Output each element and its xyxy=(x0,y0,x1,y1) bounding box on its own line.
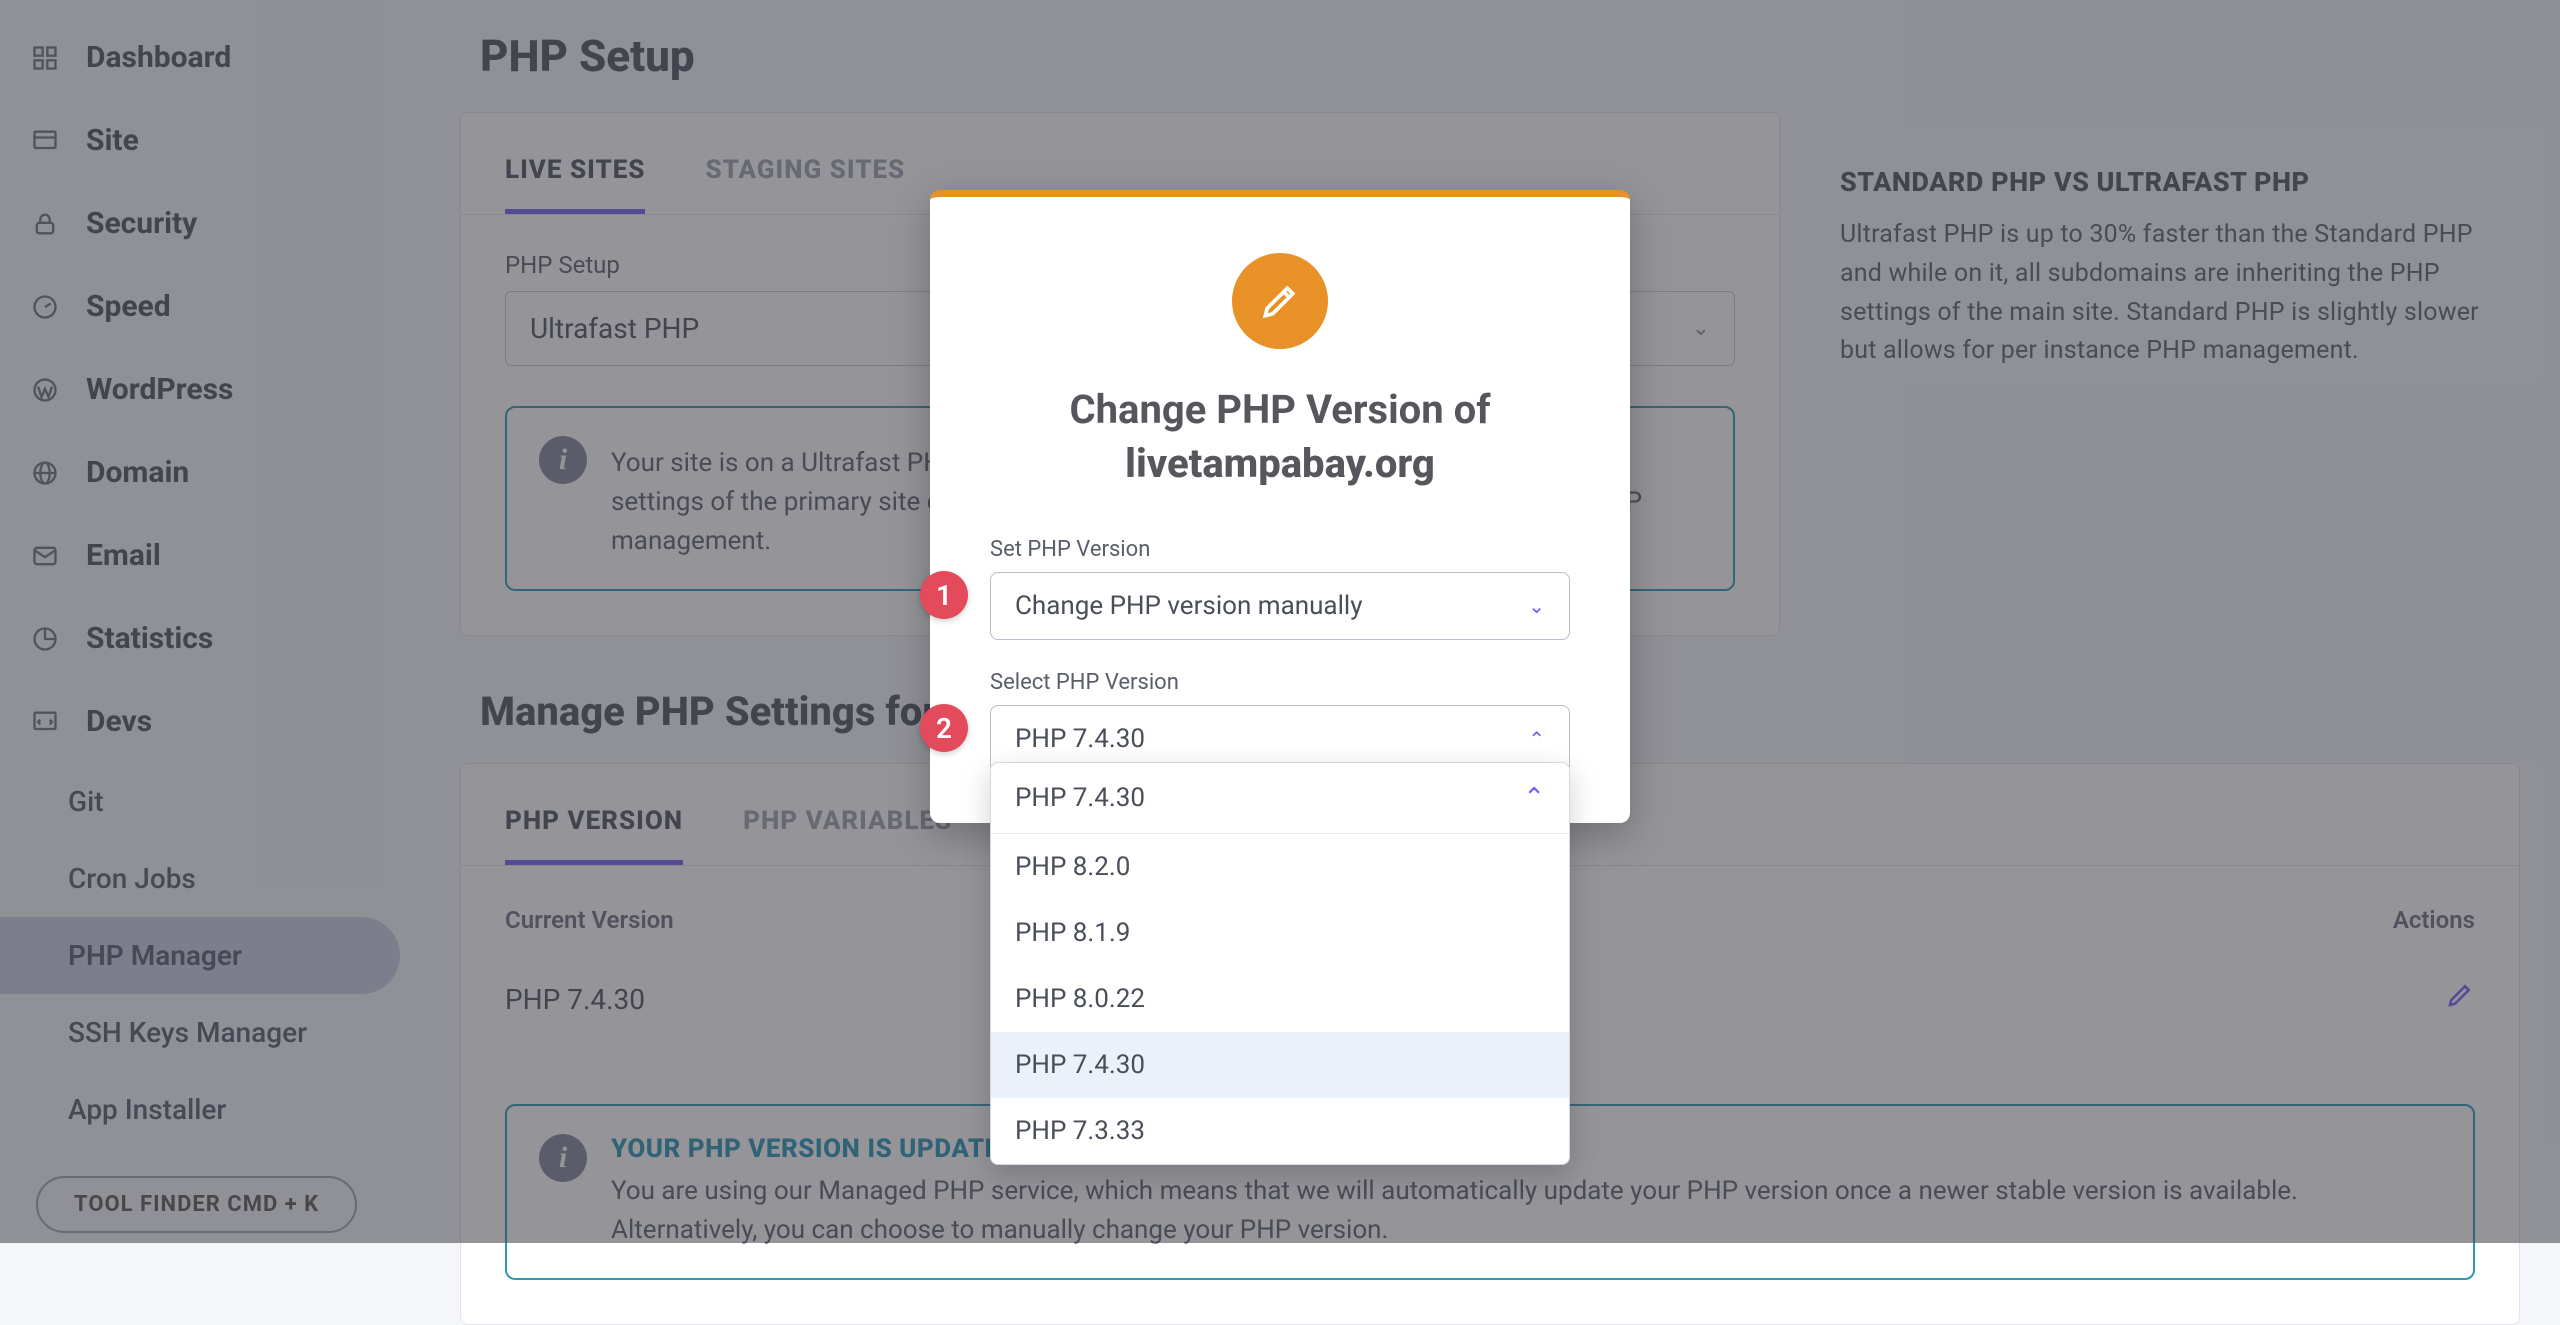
dropdown-current[interactable]: PHP 7.4.30 ⌃ xyxy=(991,763,1569,834)
php-option[interactable]: PHP 7.4.30 xyxy=(991,1032,1569,1098)
php-option[interactable]: PHP 8.1.9 xyxy=(991,900,1569,966)
set-php-select[interactable]: Change PHP version manually ⌄ xyxy=(990,572,1570,640)
select-php-value: PHP 7.4.30 xyxy=(1015,724,1145,754)
php-option[interactable]: PHP 8.0.22 xyxy=(991,966,1569,1032)
set-php-label: Set PHP Version xyxy=(990,537,1570,562)
modal-title: Change PHP Version of livetampabay.org xyxy=(990,383,1570,491)
chevron-up-icon: ⌃ xyxy=(1528,727,1545,751)
php-version-dropdown: PHP 7.4.30 ⌃ PHP 8.2.0PHP 8.1.9PHP 8.0.2… xyxy=(990,762,1570,1165)
php-option[interactable]: PHP 7.3.33 xyxy=(991,1098,1569,1164)
set-php-group: 1 Set PHP Version Change PHP version man… xyxy=(990,537,1570,640)
change-php-modal: Change PHP Version of livetampabay.org 1… xyxy=(930,190,1630,823)
chevron-down-icon: ⌄ xyxy=(1528,594,1545,618)
select-php-label: Select PHP Version xyxy=(990,670,1570,695)
chevron-up-icon: ⌃ xyxy=(1523,783,1545,813)
pencil-icon xyxy=(1232,253,1328,349)
php-option[interactable]: PHP 8.2.0 xyxy=(991,834,1569,900)
select-php-group: 2 Select PHP Version PHP 7.4.30 ⌃ xyxy=(990,670,1570,773)
set-php-value: Change PHP version manually xyxy=(1015,591,1363,621)
step-badge-1: 1 xyxy=(920,571,968,619)
step-badge-2: 2 xyxy=(920,704,968,752)
dropdown-current-value: PHP 7.4.30 xyxy=(1015,783,1145,813)
